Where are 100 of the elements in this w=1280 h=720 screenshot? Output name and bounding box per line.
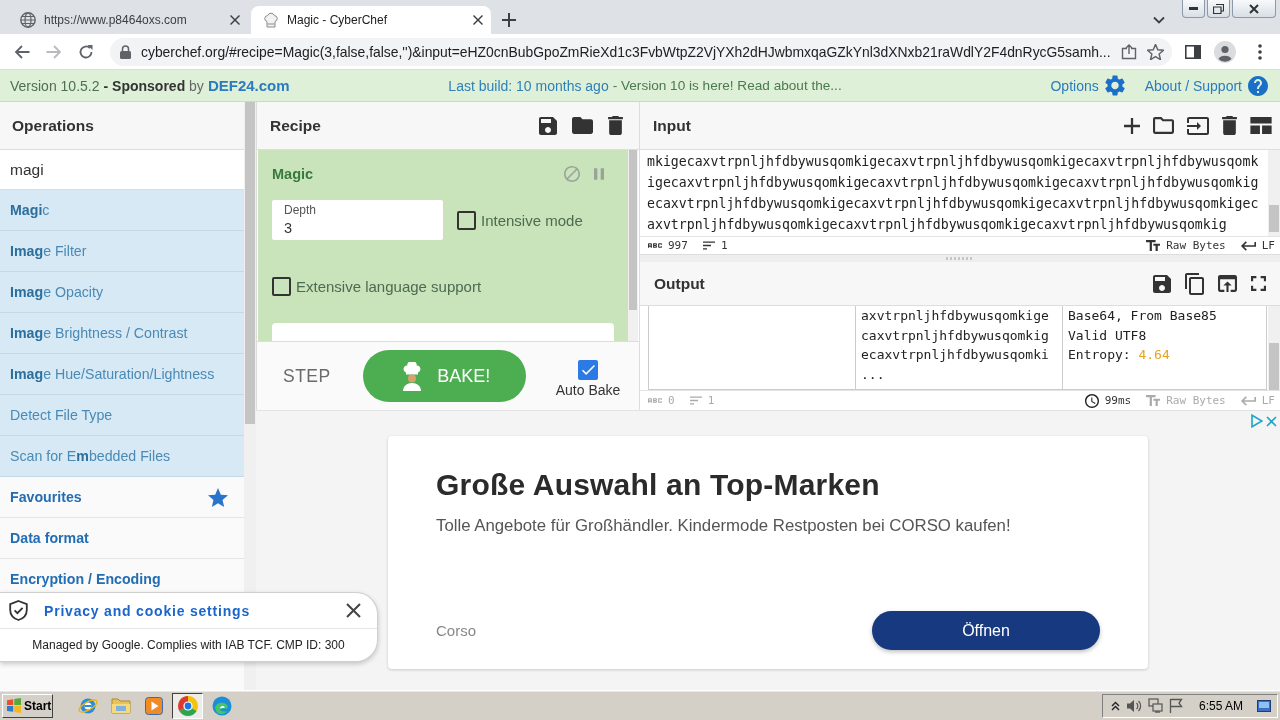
browser-tab[interactable]: Magic - CyberChef — [251, 6, 491, 34]
checkbox-label[interactable]: Intensive mode — [481, 211, 583, 229]
speaker-icon[interactable] — [1125, 698, 1142, 713]
side-panel-icon[interactable] — [1185, 44, 1201, 59]
operation-title: Magic — [272, 166, 315, 182]
text-size-icon — [1146, 240, 1161, 251]
operation-item[interactable]: Magic — [0, 190, 244, 231]
return-icon — [1240, 395, 1256, 406]
cookie-title[interactable]: Privacy and cookie settings — [44, 602, 330, 619]
play-icon — [144, 696, 163, 715]
scrollbar[interactable] — [1268, 306, 1280, 390]
input-textarea[interactable]: mkigecaxvtrpnljhfdbywusqomkigecaxvtrpnljhfdbywusqomkigecaxvtrpnljhfdbywusqomk igecaxvtrpnljhfdbywusqomkigecaxvtrpnljhfdbywusqomkigecaxvtrpnljhfdbywusqomkig ecaxvtrpnljhfdbywusqomkigecaxvtrpnljhfdbywusqomkigecaxvtrpnljhfdbywusqomkigec axvtrpnljhfdbywusqomkigecaxvtrpnljhfdbywusqomkigecaxvtrpnljhfdbywusqomkig — [640, 150, 1268, 236]
panel-title: Operations — [12, 116, 95, 135]
browser-icon — [177, 695, 198, 716]
folder-icon — [110, 697, 131, 714]
return-icon — [1240, 240, 1256, 251]
checkbox-label[interactable]: Extensive language support — [296, 277, 482, 295]
open-in-input-icon[interactable] — [1218, 275, 1237, 292]
close-button[interactable] — [1232, 0, 1276, 18]
text-size-icon — [1146, 395, 1161, 406]
star-icon — [208, 487, 228, 507]
checkbox[interactable] — [457, 210, 476, 230]
restore-icon — [1213, 3, 1224, 14]
new-tab-icon[interactable] — [502, 13, 516, 27]
line-count: 1 — [720, 239, 728, 252]
scrollbar-thumb[interactable] — [1269, 205, 1279, 232]
folder-icon[interactable] — [572, 117, 593, 134]
triangle-icon[interactable] — [1251, 414, 1263, 428]
scrollbar-thumb[interactable] — [1269, 343, 1279, 390]
settings-icon[interactable] — [1104, 75, 1125, 96]
menu-icon[interactable] — [1257, 43, 1262, 60]
scrollbar[interactable] — [628, 150, 638, 341]
table-cell: Base64, From Base85 Valid UTF8 Entropy: 4.64 — [1062, 306, 1267, 389]
star-icon[interactable] — [1146, 43, 1164, 60]
back-icon[interactable] — [14, 44, 30, 59]
share-icon[interactable] — [1120, 43, 1137, 60]
browser-tab[interactable]: https://www.p8464oxs.com — [8, 6, 248, 34]
line-ending-label[interactable]: LF — [1261, 239, 1275, 252]
clock-icon — [1084, 393, 1099, 408]
operation-item[interactable]: Image Hue/Saturation/Lightness — [0, 354, 244, 395]
address-bar[interactable]: cyberchef.org/#recipe=Magic(3,false,false,'')&input=eHZ0cnBubGpoZmRieXd1c3FvbWtpZ2VjYXh2dHJwbmxqaGZkYnl3dXNxb21raWdlY2F4dnRycG5samh... — [110, 37, 1172, 66]
trash-icon[interactable] — [1222, 116, 1237, 135]
restore-button[interactable] — [1207, 0, 1230, 18]
shield-icon — [9, 600, 28, 621]
step-button[interactable]: STEP — [283, 365, 331, 387]
start-button[interactable]: Start — [2, 693, 53, 718]
chevron-down-icon[interactable] — [1153, 16, 1165, 24]
panel-title: Input — [653, 116, 692, 135]
sponsor-link[interactable]: DEF24.com — [207, 77, 290, 94]
ad-title: Große Auswahl an Top-Marken — [436, 468, 880, 502]
import-icon[interactable] — [1187, 116, 1209, 135]
flag-icon[interactable] — [1168, 698, 1183, 713]
operation-item[interactable]: Image Opacity — [0, 272, 244, 313]
drag-handle-icon[interactable] — [946, 257, 974, 260]
checkbox[interactable] — [578, 360, 598, 380]
table-cell: axvtrpnljhfdbywusqomkige caxvtrpnljhfdbywusqomkig ecaxvtrpnljhfdbywusqomki ... — [855, 306, 1062, 389]
show-desktop-icon[interactable] — [1257, 699, 1271, 712]
layout-icon[interactable] — [1250, 117, 1272, 134]
search-field[interactable]: magi — [0, 150, 244, 190]
folder-icon[interactable] — [1153, 117, 1174, 134]
scrollbar-thumb[interactable] — [629, 150, 637, 310]
scrollbar[interactable] — [1268, 150, 1280, 236]
checkbox[interactable] — [272, 276, 291, 296]
save-icon[interactable] — [1153, 274, 1171, 293]
line-count: 1 — [707, 394, 715, 407]
encoding-label[interactable]: Raw Bytes — [1166, 239, 1226, 252]
lines-icon — [702, 241, 715, 250]
scrollbar-thumb[interactable] — [245, 102, 255, 424]
operation-item[interactable]: Image Filter — [0, 231, 244, 272]
operation-item[interactable]: Image Brightness / Contrast — [0, 313, 244, 354]
operation-item[interactable]: Scan for Embedded Files — [0, 436, 244, 477]
fullscreen-icon[interactable] — [1251, 276, 1266, 291]
checkbox-label[interactable]: Auto Bake — [555, 382, 621, 398]
operation-item[interactable]: Detect File Type — [0, 395, 244, 436]
lock-icon — [120, 44, 131, 59]
help-icon[interactable] — [1248, 75, 1268, 96]
characters-icon — [648, 398, 662, 403]
save-icon[interactable] — [539, 116, 557, 135]
header-link[interactable]: Options — [1050, 77, 1099, 94]
bake-button[interactable]: BAKE! — [362, 350, 526, 402]
network-icon[interactable] — [1147, 698, 1163, 713]
plus-icon[interactable] — [1124, 117, 1140, 134]
open-button[interactable]: Öffnen — [872, 611, 1100, 650]
close-icon[interactable] — [473, 15, 483, 25]
clock-text[interactable]: 6:55 AM — [1198, 698, 1243, 713]
reload-icon[interactable] — [78, 43, 94, 60]
close-icon[interactable] — [230, 15, 240, 25]
close-icon[interactable] — [346, 603, 361, 618]
header-link[interactable]: About / Support — [1144, 77, 1242, 94]
copy-icon[interactable] — [1185, 272, 1204, 295]
notice-text: - Version 10 is here! Read about the... — [612, 77, 842, 94]
profile-icon[interactable] — [1214, 40, 1236, 63]
last-build-link[interactable]: Last build: 10 months ago — [448, 77, 609, 94]
lines-icon — [689, 396, 702, 405]
browser-icon — [211, 695, 232, 716]
number-field[interactable]: Depth 3 — [272, 200, 443, 240]
chevron-up-icon[interactable] — [1110, 700, 1120, 711]
taskbar-button[interactable] — [172, 692, 203, 719]
minimize-button[interactable] — [1182, 0, 1205, 18]
trash-icon[interactable] — [608, 116, 623, 135]
